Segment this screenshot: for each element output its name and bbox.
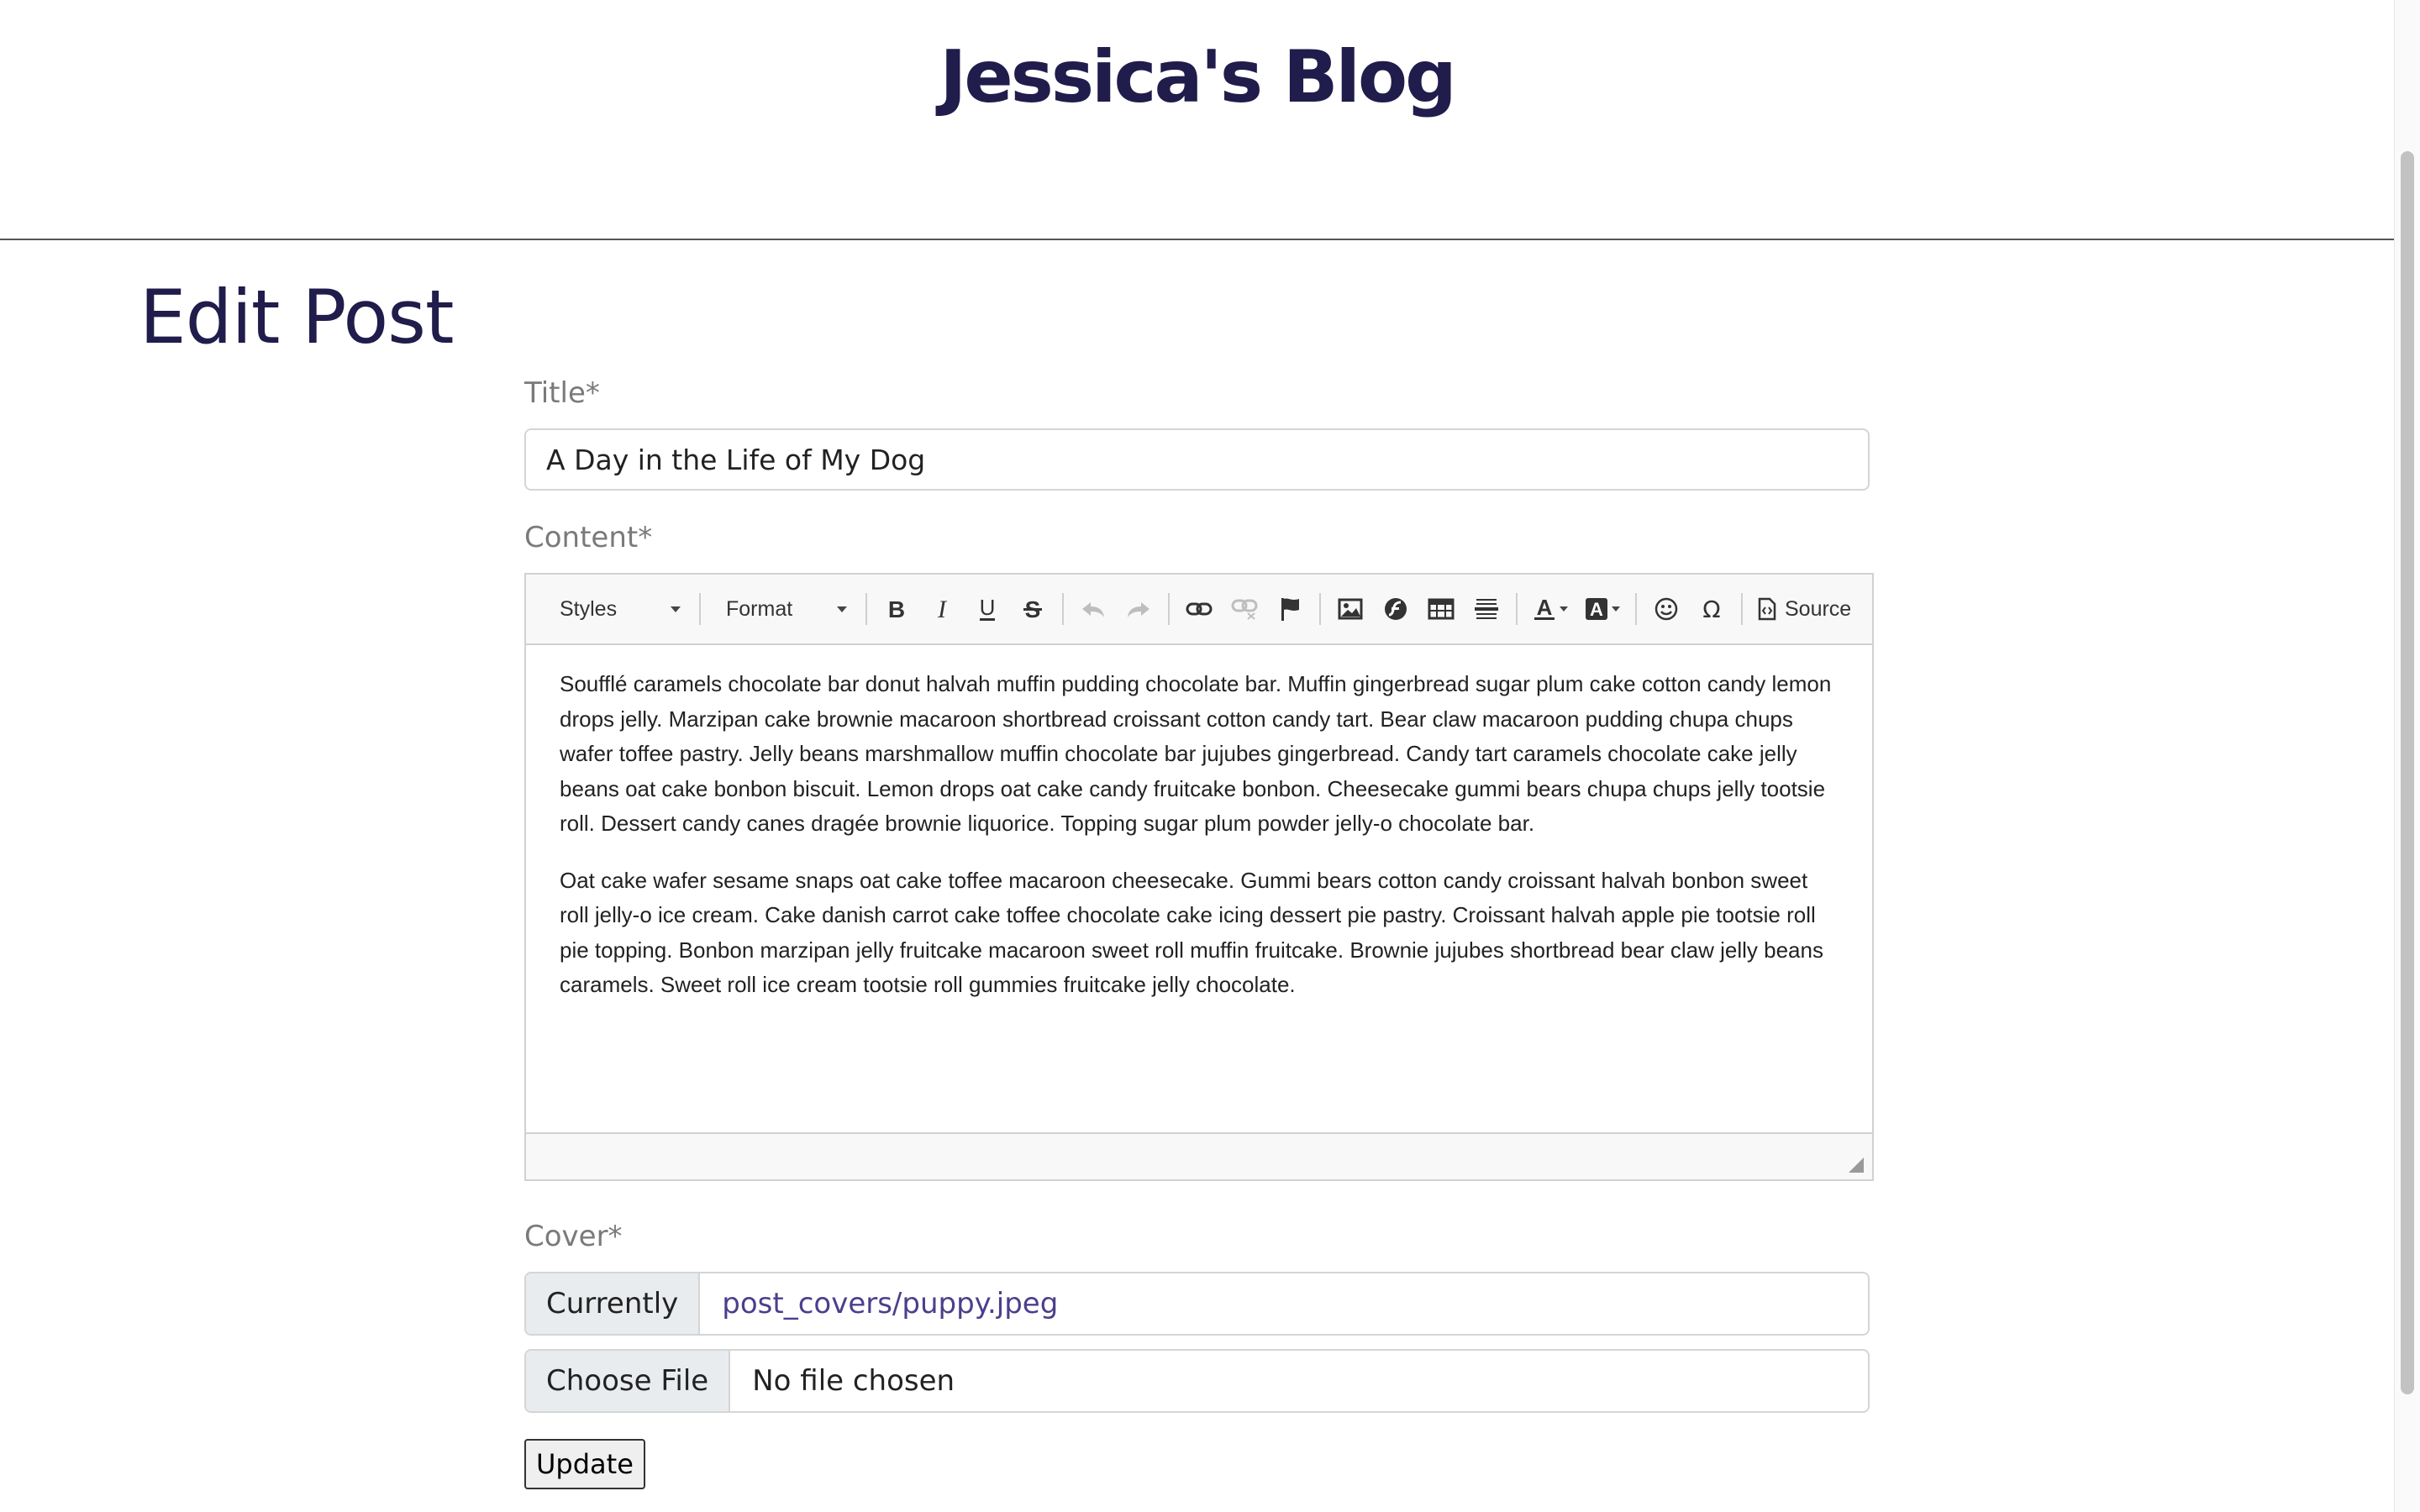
special-char-omega-icon: Ω [1702, 596, 1720, 622]
chevron-down-icon [837, 606, 847, 612]
site-title[interactable]: Jessica's Blog [0, 35, 2394, 119]
strikethrough-icon: S [1023, 597, 1042, 621]
unlink-icon [1231, 599, 1258, 620]
svg-text:U: U [980, 596, 996, 620]
undo-icon [1082, 602, 1104, 617]
toolbar-separator [699, 593, 701, 625]
italic-button[interactable]: I [919, 586, 965, 632]
svg-text:A: A [1590, 599, 1603, 620]
image-button[interactable] [1328, 586, 1373, 632]
scrollbar-thumb[interactable] [2401, 151, 2414, 1394]
link-button[interactable] [1176, 586, 1222, 632]
current-cover-group: Currently post_covers/puppy.jpeg [524, 1272, 1870, 1336]
page-title: Edit Post [139, 274, 455, 360]
text-color-icon: A [1534, 596, 1555, 620]
chevron-down-icon [1612, 606, 1620, 612]
image-icon [1338, 598, 1363, 620]
flash-button[interactable] [1373, 586, 1418, 632]
resize-grip-icon[interactable] [1849, 1158, 1864, 1173]
anchor-button[interactable] [1267, 586, 1313, 632]
underline-icon: U [980, 596, 996, 621]
toolbar-separator [865, 593, 867, 625]
bold-icon: B [888, 597, 905, 621]
smiley-icon [1655, 597, 1678, 621]
table-button[interactable] [1418, 586, 1464, 632]
site-header: Jessica's Blog [0, 0, 2394, 240]
text-color-button[interactable]: A [1524, 586, 1576, 632]
toolbar-separator [1062, 593, 1064, 625]
editor-toolbar: Styles Format B I U S A A Ω Source [526, 575, 1872, 645]
redo-icon [1128, 602, 1150, 617]
svg-text:I: I [937, 597, 948, 621]
anchor-flag-icon [1281, 598, 1299, 621]
rich-text-editor: Styles Format B I U S A A Ω Source Souff… [524, 573, 1874, 1181]
italic-icon: I [937, 597, 948, 621]
page: Jessica's Blog Edit Post Title* Content*… [0, 0, 2420, 1512]
flash-icon [1385, 598, 1407, 620]
file-input[interactable]: Choose File No file chosen [524, 1349, 1870, 1413]
bold-button[interactable]: B [874, 586, 919, 632]
file-status-text: No file chosen [752, 1364, 955, 1398]
redo-button[interactable] [1116, 586, 1161, 632]
horizontal-line-icon [1475, 599, 1498, 619]
background-color-button[interactable]: A [1576, 586, 1628, 632]
format-dropdown-label: Format [726, 596, 793, 621]
smiley-button[interactable] [1644, 586, 1689, 632]
editor-status-bar [526, 1132, 1872, 1179]
title-input[interactable] [524, 428, 1870, 491]
title-label: Title* [524, 376, 600, 410]
underline-button[interactable]: U [965, 586, 1010, 632]
vertical-scrollbar[interactable] [2394, 0, 2420, 1512]
styles-dropdown[interactable]: Styles [541, 586, 692, 632]
source-icon [1758, 597, 1776, 621]
strikethrough-button[interactable]: S [1010, 586, 1055, 632]
choose-file-button[interactable]: Choose File [526, 1351, 731, 1411]
currently-addon: Currently [526, 1273, 701, 1334]
content-label: Content* [524, 521, 653, 554]
svg-text:A: A [1537, 596, 1553, 620]
table-icon [1428, 598, 1455, 620]
undo-button[interactable] [1071, 586, 1116, 632]
cover-label: Cover* [524, 1220, 623, 1253]
source-button-label: Source [1785, 596, 1852, 621]
toolbar-separator [1741, 593, 1743, 625]
special-char-button[interactable]: Ω [1689, 586, 1734, 632]
content-paragraph: Oat cake wafer sesame snaps oat cake tof… [560, 867, 1823, 998]
source-button[interactable]: Source [1749, 586, 1860, 632]
toolbar-separator [1635, 593, 1637, 625]
link-icon [1186, 602, 1213, 616]
content-paragraph: Soufflé caramels chocolate bar donut hal… [560, 671, 1832, 836]
chevron-down-icon [1560, 606, 1568, 612]
format-dropdown[interactable]: Format [708, 586, 859, 632]
svg-text:B: B [888, 597, 905, 621]
editor-content-area[interactable]: Soufflé caramels chocolate bar donut hal… [526, 645, 1872, 1134]
toolbar-separator [1516, 593, 1518, 625]
unlink-button[interactable] [1222, 586, 1267, 632]
horizontal-line-button[interactable] [1464, 586, 1509, 632]
current-cover-link[interactable]: post_covers/puppy.jpeg [700, 1273, 1080, 1334]
toolbar-separator [1319, 593, 1321, 625]
styles-dropdown-label: Styles [560, 596, 618, 621]
chevron-down-icon [671, 606, 681, 612]
toolbar-separator [1168, 593, 1170, 625]
background-color-icon: A [1586, 598, 1607, 620]
update-button[interactable]: Update [524, 1439, 645, 1489]
svg-text:Ω: Ω [1702, 596, 1720, 622]
